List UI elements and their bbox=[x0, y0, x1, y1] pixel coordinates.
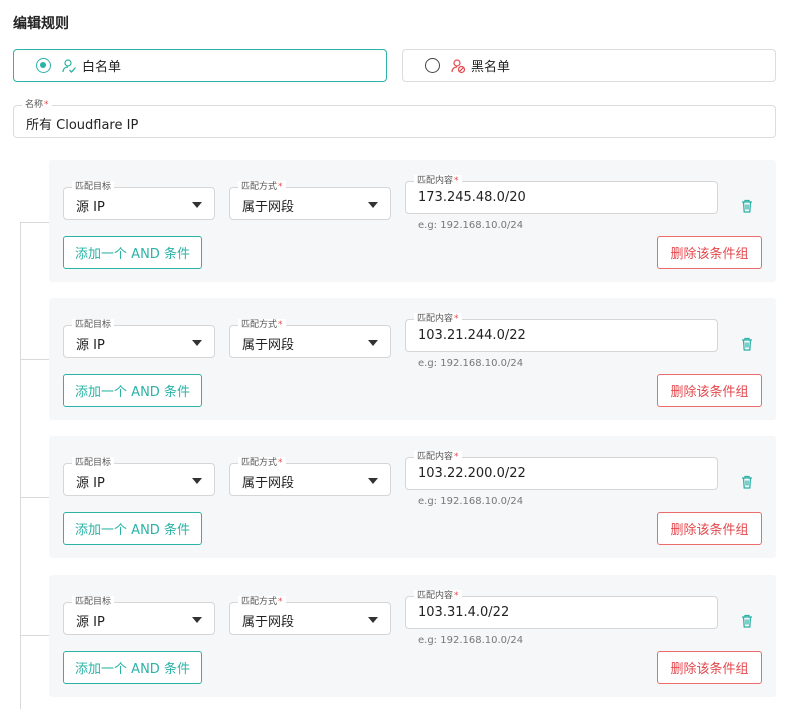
match-target-select[interactable]: 匹配目标 源 IP bbox=[63, 596, 215, 635]
match-content-helper: e.g: 192.168.10.0/24 bbox=[418, 635, 524, 646]
match-method-label: 匹配方式* bbox=[238, 181, 286, 193]
match-target-label: 匹配目标 bbox=[72, 596, 115, 608]
match-target-label: 匹配目标 bbox=[72, 319, 115, 331]
match-content-label: 匹配内容* bbox=[414, 175, 462, 187]
trash-icon[interactable] bbox=[739, 613, 755, 629]
delete-condition-group-button[interactable]: 删除该条件组 bbox=[657, 512, 762, 545]
rule-name-label: 名称* bbox=[22, 99, 52, 111]
match-method-select[interactable]: 匹配方式* 属于网段 bbox=[229, 596, 391, 635]
match-target-value: 源 IP bbox=[76, 476, 105, 491]
user-block-icon bbox=[451, 58, 466, 73]
condition-group: 匹配目标 源 IP 匹配方式* 属于网段 匹配内容* 103.21.244.0/… bbox=[49, 298, 776, 420]
caret-down-icon bbox=[192, 202, 202, 208]
match-content-input[interactable]: 匹配内容* 103.22.200.0/22 bbox=[405, 451, 718, 490]
trash-icon[interactable] bbox=[739, 198, 755, 214]
trash-icon[interactable] bbox=[739, 336, 755, 352]
tree-branch bbox=[20, 497, 50, 498]
tree-branch bbox=[20, 359, 50, 360]
tree-branch bbox=[20, 222, 50, 223]
match-method-value: 属于网段 bbox=[242, 615, 295, 630]
match-content-value[interactable]: 173.245.48.0/20 bbox=[418, 190, 526, 205]
caret-down-icon bbox=[192, 617, 202, 623]
rule-name-field[interactable]: 名称* 所有 Cloudflare IP bbox=[13, 99, 776, 138]
whitelist-label: 白名单 bbox=[82, 60, 122, 75]
match-method-select[interactable]: 匹配方式* 属于网段 bbox=[229, 457, 391, 496]
caret-down-icon bbox=[368, 202, 378, 208]
match-target-value: 源 IP bbox=[76, 338, 105, 353]
match-content-helper: e.g: 192.168.10.0/24 bbox=[418, 496, 524, 507]
match-content-input[interactable]: 匹配内容* 103.21.244.0/22 bbox=[405, 313, 718, 352]
match-target-label: 匹配目标 bbox=[72, 181, 115, 193]
add-and-condition-button[interactable]: 添加一个 AND 条件 bbox=[63, 651, 202, 684]
match-method-select[interactable]: 匹配方式* 属于网段 bbox=[229, 181, 391, 220]
delete-condition-group-button[interactable]: 删除该条件组 bbox=[657, 374, 762, 407]
match-target-value: 源 IP bbox=[76, 200, 105, 215]
blacklist-radio[interactable] bbox=[425, 58, 440, 73]
caret-down-icon bbox=[368, 340, 378, 346]
match-target-select[interactable]: 匹配目标 源 IP bbox=[63, 181, 215, 220]
match-method-select[interactable]: 匹配方式* 属于网段 bbox=[229, 319, 391, 358]
tree-branch bbox=[20, 635, 50, 636]
caret-down-icon bbox=[192, 340, 202, 346]
trash-icon[interactable] bbox=[739, 474, 755, 490]
user-check-icon bbox=[62, 58, 76, 73]
match-content-label: 匹配内容* bbox=[414, 451, 462, 463]
match-content-value[interactable]: 103.31.4.0/22 bbox=[418, 605, 509, 620]
match-method-value: 属于网段 bbox=[242, 338, 295, 353]
condition-group: 匹配目标 源 IP 匹配方式* 属于网段 匹配内容* 173.245.48.0/… bbox=[49, 160, 776, 282]
blacklist-option[interactable]: 黑名单 bbox=[402, 49, 776, 82]
match-method-label: 匹配方式* bbox=[238, 596, 286, 608]
match-content-input[interactable]: 匹配内容* 173.245.48.0/20 bbox=[405, 175, 718, 214]
add-and-condition-button[interactable]: 添加一个 AND 条件 bbox=[63, 374, 202, 407]
match-content-helper: e.g: 192.168.10.0/24 bbox=[418, 358, 524, 369]
match-content-value[interactable]: 103.21.244.0/22 bbox=[418, 328, 526, 343]
match-method-value: 属于网段 bbox=[242, 200, 295, 215]
whitelist-option[interactable]: 白名单 bbox=[13, 49, 387, 82]
caret-down-icon bbox=[368, 478, 378, 484]
match-method-label: 匹配方式* bbox=[238, 457, 286, 469]
match-content-value[interactable]: 103.22.200.0/22 bbox=[418, 466, 526, 481]
add-and-condition-button[interactable]: 添加一个 AND 条件 bbox=[63, 236, 202, 269]
page-title: 编辑规则 bbox=[13, 16, 69, 32]
rule-name-value[interactable]: 所有 Cloudflare IP bbox=[26, 114, 138, 133]
match-content-helper: e.g: 192.168.10.0/24 bbox=[418, 220, 524, 231]
match-method-label: 匹配方式* bbox=[238, 319, 286, 331]
caret-down-icon bbox=[192, 478, 202, 484]
match-content-label: 匹配内容* bbox=[414, 313, 462, 325]
condition-group: 匹配目标 源 IP 匹配方式* 属于网段 匹配内容* 103.31.4.0/22… bbox=[49, 575, 776, 697]
match-target-value: 源 IP bbox=[76, 615, 105, 630]
match-target-select[interactable]: 匹配目标 源 IP bbox=[63, 319, 215, 358]
caret-down-icon bbox=[368, 617, 378, 623]
match-target-label: 匹配目标 bbox=[72, 457, 115, 469]
delete-condition-group-button[interactable]: 删除该条件组 bbox=[657, 236, 762, 269]
match-content-label: 匹配内容* bbox=[414, 590, 462, 602]
match-method-value: 属于网段 bbox=[242, 476, 295, 491]
match-content-input[interactable]: 匹配内容* 103.31.4.0/22 bbox=[405, 590, 718, 629]
add-and-condition-button[interactable]: 添加一个 AND 条件 bbox=[63, 512, 202, 545]
blacklist-label: 黑名单 bbox=[471, 60, 511, 75]
delete-condition-group-button[interactable]: 删除该条件组 bbox=[657, 651, 762, 684]
condition-group: 匹配目标 源 IP 匹配方式* 属于网段 匹配内容* 103.22.200.0/… bbox=[49, 436, 776, 558]
match-target-select[interactable]: 匹配目标 源 IP bbox=[63, 457, 215, 496]
whitelist-radio[interactable] bbox=[36, 58, 51, 73]
